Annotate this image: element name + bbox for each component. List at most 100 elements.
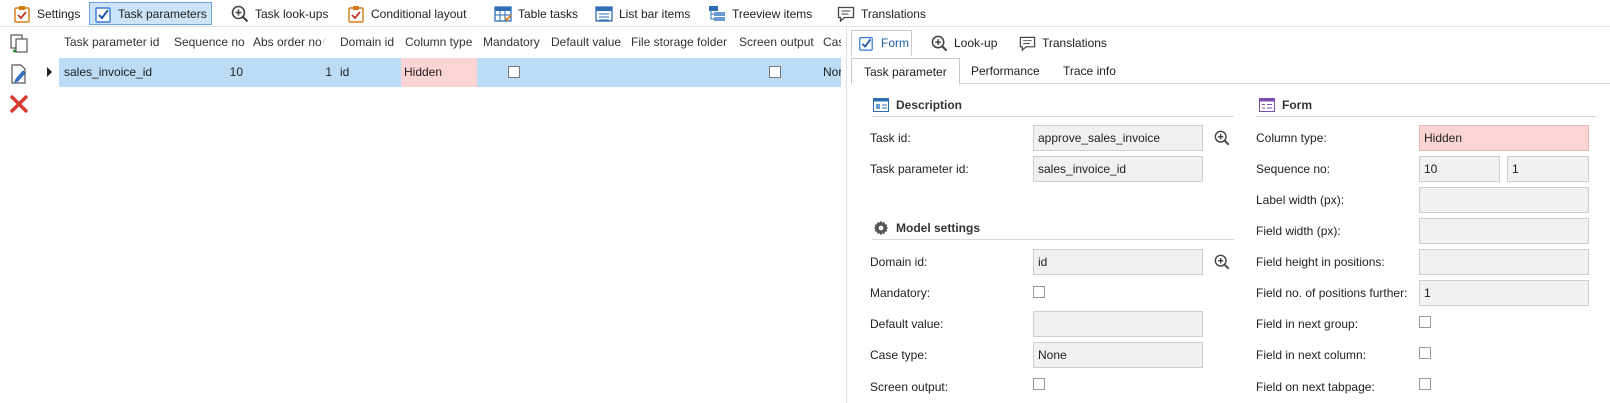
list-bar-icon <box>595 5 613 23</box>
next-group-checkbox[interactable] <box>1419 316 1431 328</box>
table-check-icon <box>494 5 512 23</box>
copy-record-button[interactable] <box>9 33 29 56</box>
cell-file-storage-folder[interactable] <box>631 58 737 87</box>
clipboard-check-icon <box>13 5 31 23</box>
column-header[interactable]: Domain id <box>340 29 400 55</box>
tab-task-parameters-label: Task parameters <box>118 6 207 21</box>
next-tabpage-checkbox[interactable] <box>1419 378 1431 390</box>
sequence-no-field[interactable]: 10 <box>1419 156 1500 182</box>
tab-task-parameters[interactable]: Task parameters <box>89 2 212 25</box>
task-id-field[interactable]: approve_sales_invoice <box>1033 125 1203 151</box>
detail-subtabs: Task parameter Performance Trace info <box>851 58 1610 85</box>
column-header[interactable]: Default value <box>551 29 627 55</box>
cell-column-type[interactable]: Hidden <box>401 58 477 87</box>
detail-tab-look-up[interactable]: Look-up <box>925 30 1002 56</box>
domain-id-label: Domain id: <box>870 255 928 269</box>
zoom-in-icon <box>1214 254 1230 270</box>
tab-conditional-layout[interactable]: Conditional layout <box>342 2 471 25</box>
zoom-in-icon <box>1214 130 1230 146</box>
case-type-label: Case type: <box>870 348 928 362</box>
tab-task-look-ups-label: Task look-ups <box>255 6 329 21</box>
task-id-lookup-button[interactable] <box>1214 130 1230 146</box>
column-header[interactable]: Screen output <box>739 29 817 55</box>
field-height-field[interactable] <box>1419 249 1589 275</box>
gear-icon <box>872 219 890 237</box>
edit-record-button[interactable] <box>9 63 29 86</box>
column-header[interactable]: Sequence no <box>174 29 248 55</box>
description-group-title: Description <box>896 98 963 112</box>
tab-settings[interactable]: Settings <box>8 2 85 25</box>
next-column-checkbox[interactable] <box>1419 347 1431 359</box>
column-type-field[interactable]: Hidden <box>1419 125 1589 151</box>
form-icon <box>1258 96 1276 114</box>
description-card-icon <box>872 96 890 114</box>
mandatory-checkbox[interactable] <box>508 66 520 78</box>
cell-task-parameter-id[interactable]: sales_invoice_id <box>64 58 172 87</box>
cell-abs-order-no[interactable]: 1 <box>253 58 332 87</box>
task-parameter-id-field[interactable]: sales_invoice_id <box>1033 156 1203 182</box>
column-header[interactable]: Task parameter id <box>64 29 172 55</box>
tab-list-bar-items-label: List bar items <box>619 6 691 21</box>
tab-treeview-items[interactable]: Treeview items <box>703 2 817 25</box>
tab-treeview-items-label: Treeview items <box>732 6 813 21</box>
next-group-label: Field in next group: <box>1256 317 1359 331</box>
field-further-label: Field no. of positions further: <box>1256 286 1408 300</box>
subtab-trace-info[interactable]: Trace info <box>1051 58 1128 84</box>
label-width-field[interactable] <box>1419 187 1589 213</box>
panel-splitter[interactable] <box>846 27 847 403</box>
detail-tab-look-up-label: Look-up <box>954 36 998 50</box>
speech-bubble-icon <box>1018 34 1036 52</box>
cell-screen-output[interactable] <box>769 66 781 81</box>
task-parameters-grid: Task parameter id Sequence no Abs order … <box>39 29 841 403</box>
domain-id-lookup-button[interactable] <box>1214 254 1230 270</box>
speech-bubble-icon <box>837 5 855 23</box>
column-header[interactable]: File storage folder <box>631 29 737 55</box>
column-header[interactable]: Abs order no <box>253 29 329 55</box>
tab-translations[interactable]: Translations <box>832 2 931 25</box>
case-type-field[interactable]: None <box>1033 342 1203 368</box>
model-settings-group-title: Model settings <box>896 221 981 235</box>
sort-indicator-icon: ⁄ <box>323 37 325 47</box>
divider <box>872 116 1234 117</box>
field-further-field[interactable]: 1 <box>1419 280 1589 306</box>
grid-header: Task parameter id Sequence no Abs order … <box>39 29 841 55</box>
delete-icon <box>10 94 28 116</box>
tab-table-tasks-label: Table tasks <box>518 6 579 21</box>
cell-mandatory[interactable] <box>508 66 520 81</box>
mandatory-checkbox[interactable] <box>1033 286 1045 298</box>
cell-default-value[interactable] <box>551 58 627 87</box>
cell-sequence-no[interactable]: 10 <box>174 58 243 87</box>
cell-domain-id[interactable]: id <box>340 58 400 87</box>
tab-translations-label: Translations <box>861 6 926 21</box>
screen-output-checkbox[interactable] <box>1033 378 1045 390</box>
cell-case-type[interactable]: Nor <box>823 58 841 87</box>
row-pointer-icon <box>47 67 52 77</box>
table-row[interactable]: sales_invoice_id 10 1 id Hidden Nor <box>39 58 841 87</box>
tab-list-bar-items[interactable]: List bar items <box>590 2 695 25</box>
column-header[interactable]: Mandatory <box>483 29 549 55</box>
delete-record-button[interactable] <box>9 94 29 116</box>
detail-tab-form[interactable]: Form <box>851 30 912 56</box>
tab-task-look-ups[interactable]: Task look-ups <box>226 2 333 25</box>
checkbox-check-icon <box>857 34 875 52</box>
abs-order-no-field[interactable]: 1 <box>1507 156 1589 182</box>
default-value-field[interactable] <box>1033 311 1203 337</box>
label-width-label: Label width (px): <box>1256 193 1345 207</box>
subtab-performance[interactable]: Performance <box>959 58 1052 84</box>
form-group-title: Form <box>1282 98 1312 112</box>
top-toolbar: Settings Task parameters Task look-ups C… <box>0 0 1610 27</box>
default-value-label: Default value: <box>870 317 944 331</box>
subtab-task-parameter[interactable]: Task parameter <box>851 58 960 85</box>
divider <box>1256 116 1596 117</box>
record-actions-bar <box>0 27 38 403</box>
column-type-label: Column type: <box>1256 131 1327 145</box>
detail-tab-translations[interactable]: Translations <box>1013 30 1112 56</box>
field-width-field[interactable] <box>1419 218 1589 244</box>
column-header[interactable]: Column type <box>405 29 481 55</box>
detail-tab-form-label: Form <box>881 36 909 50</box>
domain-id-field[interactable]: id <box>1033 249 1203 275</box>
column-header[interactable]: Cas <box>823 29 841 55</box>
checkbox-check-icon <box>94 5 112 23</box>
screen-output-checkbox[interactable] <box>769 66 781 78</box>
tab-table-tasks[interactable]: Table tasks <box>489 2 583 25</box>
